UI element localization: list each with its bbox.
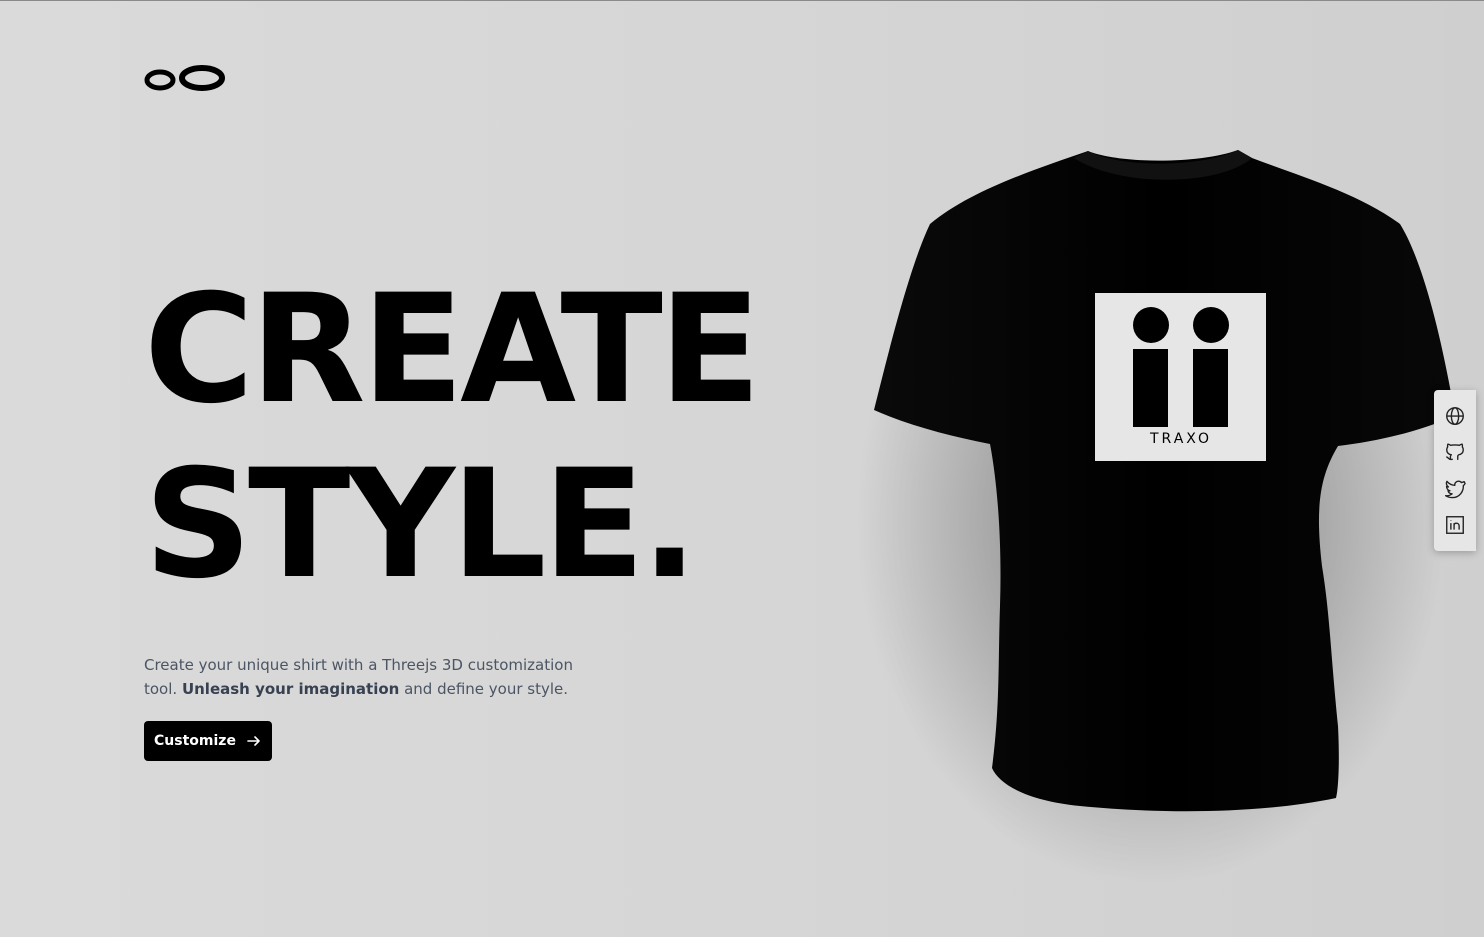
hero-line-1: CREATE: [144, 263, 761, 437]
social-links: [1434, 390, 1476, 551]
hero-line-2: STYLE.: [144, 438, 698, 612]
arrow-right-icon: [247, 736, 260, 746]
intro-text: Create your unique shirt with a Threejs …: [144, 653, 604, 701]
tshirt-body: [874, 150, 1455, 812]
intro-text-part-2: and define your style.: [399, 680, 569, 698]
twitter-link[interactable]: [1443, 477, 1467, 501]
tshirt-3d-model[interactable]: TRAXO: [860, 146, 1470, 826]
linkedin-link[interactable]: [1443, 513, 1467, 537]
brand-logo-icon[interactable]: [144, 63, 226, 93]
shirt-decal: TRAXO: [1095, 293, 1266, 461]
decal-text: TRAXO: [1149, 431, 1212, 447]
linkedin-icon: [1446, 515, 1464, 534]
customize-button[interactable]: Customize: [144, 721, 272, 761]
customize-button-label: Customize: [154, 733, 236, 749]
hero-headline: CREATE STYLE.: [144, 263, 761, 613]
globe-link[interactable]: [1443, 404, 1467, 428]
github-icon: [1446, 443, 1464, 461]
twitter-icon: [1444, 480, 1466, 498]
globe-icon: [1446, 407, 1464, 426]
github-link[interactable]: [1443, 440, 1467, 464]
intro-text-bold: Unleash your imagination: [181, 680, 400, 698]
